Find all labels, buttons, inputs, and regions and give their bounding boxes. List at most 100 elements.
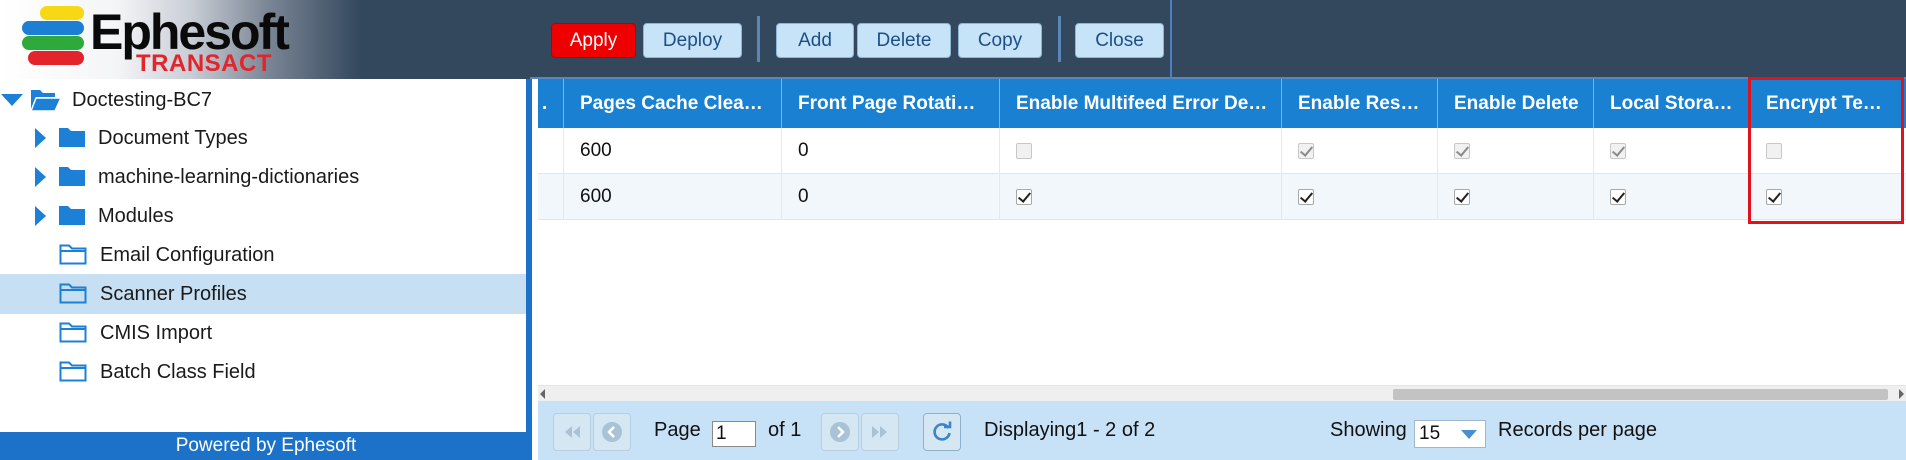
page-label: Page (654, 419, 701, 441)
logo-bars-icon (22, 6, 86, 66)
add-button[interactable]: Add (776, 23, 854, 58)
delete-button[interactable]: Delete (857, 23, 951, 58)
chevron-down-icon[interactable] (1, 94, 23, 106)
column-header-multifeed[interactable]: Enable Multifeed Error De… (1000, 79, 1282, 128)
cell-enable-delete (1438, 128, 1594, 174)
cell-enable-delete (1438, 174, 1594, 220)
toolbar-separator (1058, 16, 1061, 62)
folder-filled-icon (59, 167, 85, 186)
column-header-truncated[interactable]: . (538, 79, 564, 128)
cell-multifeed (1000, 128, 1282, 174)
scroll-right-arrow-icon[interactable] (1899, 389, 1904, 399)
last-page-button[interactable] (861, 413, 899, 451)
apply-button[interactable]: Apply (551, 23, 636, 58)
header-divider (1170, 0, 1172, 79)
checkbox-enable-delete[interactable] (1454, 189, 1470, 205)
cell-local-storage (1594, 128, 1750, 174)
prev-page-icon (602, 422, 622, 442)
last-page-icon (872, 426, 887, 438)
sidebar-item-email-configuration[interactable]: Email Configuration (0, 236, 526, 274)
chevron-down-icon (1461, 430, 1477, 439)
first-page-icon (565, 426, 580, 438)
scrollbar-thumb[interactable] (1393, 389, 1888, 400)
scroll-left-arrow-icon[interactable] (540, 389, 545, 399)
chevron-right-icon[interactable] (35, 206, 46, 226)
encrypt-column-highlight (1748, 77, 1904, 224)
checkbox-enable-res[interactable] (1298, 143, 1314, 159)
table-row[interactable]: 600 0 (538, 128, 1906, 174)
close-button[interactable]: Close (1075, 23, 1164, 58)
checkbox-multifeed[interactable] (1016, 143, 1032, 159)
sidebar-item-label: Email Configuration (100, 243, 275, 266)
folder-outline-icon (59, 244, 87, 265)
cell-pages-cache[interactable]: 600 (564, 128, 782, 174)
folder-filled-icon (59, 128, 85, 147)
row-handle-cell (538, 128, 564, 174)
displaying-status: Displaying1 - 2 of 2 (984, 419, 1156, 441)
refresh-icon (933, 421, 952, 441)
horizontal-scrollbar[interactable] (538, 385, 1906, 401)
records-per-page-value: 15 (1419, 423, 1441, 444)
sidebar-tree: Doctesting-BC7 Document Types machine-le… (0, 79, 532, 460)
app-header: Ephesoft TRANSACT Apply Deploy Add Delet… (0, 0, 1906, 79)
next-page-button[interactable] (821, 413, 859, 451)
column-header-enable-delete[interactable]: Enable Delete (1438, 79, 1594, 128)
pager-bar: Page of 1 Displaying1 - 2 of 2 Showing 1… (538, 401, 1906, 460)
folder-outline-icon (59, 283, 87, 304)
sidebar-item-batch-class-field[interactable]: Batch Class Field (0, 353, 526, 391)
chevron-right-icon[interactable] (35, 167, 46, 187)
first-page-button[interactable] (553, 413, 591, 451)
powered-by-footer[interactable]: Powered by Ephesoft (0, 432, 532, 460)
cell-pages-cache[interactable]: 600 (564, 174, 782, 220)
sidebar-item-modules[interactable]: Modules (0, 197, 526, 235)
tree-root-label: Doctesting-BC7 (72, 88, 213, 111)
column-header-local-storage[interactable]: Local Stora… (1594, 79, 1750, 128)
cell-local-storage (1594, 174, 1750, 220)
refresh-button[interactable] (923, 413, 961, 451)
brand-sub: TRANSACT (136, 50, 272, 77)
column-header-pages-cache[interactable]: Pages Cache Clea… (564, 79, 782, 128)
sidebar-item-ml-dictionaries[interactable]: machine-learning-dictionaries (0, 158, 526, 196)
sidebar-item-cmis-import[interactable]: CMIS Import (0, 314, 526, 352)
checkbox-enable-res[interactable] (1298, 189, 1314, 205)
cell-multifeed (1000, 174, 1282, 220)
cell-front-page-rotation[interactable]: 0 (782, 128, 1000, 174)
page-of-label: of 1 (768, 419, 802, 441)
folder-outline-icon (59, 361, 87, 382)
checkbox-enable-delete[interactable] (1454, 143, 1470, 159)
records-per-page-select[interactable]: 15 (1414, 420, 1486, 448)
column-header-enable-res[interactable]: Enable Res… (1282, 79, 1438, 128)
cell-front-page-rotation[interactable]: 0 (782, 174, 1000, 220)
sidebar-item-scanner-profiles[interactable]: Scanner Profiles (0, 274, 526, 314)
folder-filled-icon (59, 206, 85, 225)
sidebar-item-label: CMIS Import (100, 321, 213, 344)
column-header-front-page-rotation[interactable]: Front Page Rotati… (782, 79, 1000, 128)
sidebar-item-label: Modules (98, 204, 174, 227)
scanner-profiles-grid: . Pages Cache Clea… Front Page Rotati… E… (538, 79, 1906, 385)
cell-enable-res (1282, 174, 1438, 220)
sidebar-item-label: Scanner Profiles (100, 282, 247, 305)
row-handle-cell (538, 174, 564, 220)
cell-enable-res (1282, 128, 1438, 174)
checkbox-multifeed[interactable] (1016, 189, 1032, 205)
prev-page-button[interactable] (593, 413, 631, 451)
sidebar-item-document-types[interactable]: Document Types (0, 119, 526, 157)
showing-label: Showing (1330, 419, 1407, 441)
tree-root-doctesting[interactable]: Doctesting-BC7 (0, 81, 526, 119)
sidebar-item-label: machine-learning-dictionaries (98, 165, 360, 188)
toolbar-separator (757, 16, 760, 62)
chevron-right-icon[interactable] (35, 128, 46, 148)
folder-outline-icon (59, 322, 87, 343)
deploy-button[interactable]: Deploy (643, 23, 742, 58)
grid-header: . Pages Cache Clea… Front Page Rotati… E… (538, 79, 1906, 128)
checkbox-local-storage[interactable] (1610, 189, 1626, 205)
table-row[interactable]: 600 0 (538, 174, 1906, 220)
records-per-page-label: Records per page (1498, 419, 1657, 441)
copy-button[interactable]: Copy (958, 23, 1042, 58)
logo: Ephesoft TRANSACT (0, 0, 530, 79)
sidebar-item-label: Batch Class Field (100, 360, 256, 383)
page-number-input[interactable] (712, 421, 756, 447)
checkbox-local-storage[interactable] (1610, 143, 1626, 159)
next-page-icon (830, 422, 850, 442)
sidebar-item-label: Document Types (98, 126, 248, 149)
